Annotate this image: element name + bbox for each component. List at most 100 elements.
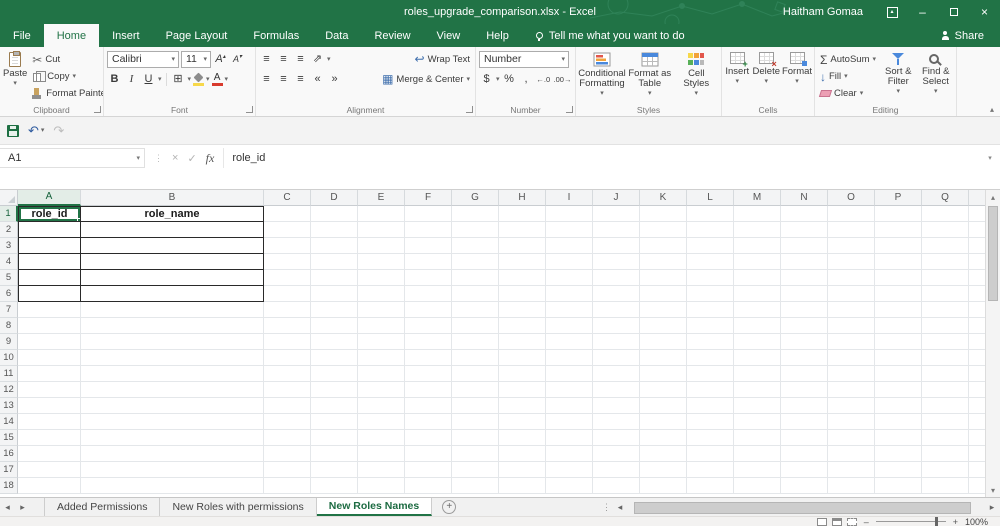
row-header-1[interactable]: 1: [0, 206, 18, 222]
cell-H5[interactable]: [499, 270, 546, 286]
row-header-2[interactable]: 2: [0, 222, 18, 238]
cell-J17[interactable]: [593, 462, 640, 478]
font-color-button[interactable]: A: [211, 72, 223, 86]
cell-N16[interactable]: [781, 446, 828, 462]
cell-B9[interactable]: [81, 334, 264, 350]
cell-K9[interactable]: [640, 334, 687, 350]
cell-N4[interactable]: [781, 254, 828, 270]
comma-style-button[interactable]: ,: [519, 71, 534, 87]
column-header-K[interactable]: K: [640, 190, 687, 206]
cell-A2[interactable]: [18, 222, 81, 238]
cell-Q9[interactable]: [922, 334, 969, 350]
cell-B13[interactable]: [81, 398, 264, 414]
scroll-up-icon[interactable]: [986, 190, 1000, 204]
cell-I2[interactable]: [546, 222, 593, 238]
cell-M9[interactable]: [734, 334, 781, 350]
row-header-10[interactable]: 10: [0, 350, 18, 366]
name-box-dropdown-icon[interactable]: [131, 154, 140, 162]
cell-K10[interactable]: [640, 350, 687, 366]
cell-P16[interactable]: [875, 446, 922, 462]
cell-F17[interactable]: [405, 462, 452, 478]
cell-L5[interactable]: [687, 270, 734, 286]
cell-A15[interactable]: [18, 430, 81, 446]
row-header-9[interactable]: 9: [0, 334, 18, 350]
cell-I10[interactable]: [546, 350, 593, 366]
sheet-nav-prev-icon[interactable]: [0, 498, 15, 516]
cancel-icon[interactable]: [172, 152, 178, 164]
cell-G18[interactable]: [452, 478, 499, 494]
column-header-J[interactable]: J: [593, 190, 640, 206]
dialog-launcher-icon[interactable]: [566, 106, 573, 113]
cell-N11[interactable]: [781, 366, 828, 382]
cell-G13[interactable]: [452, 398, 499, 414]
cell-F2[interactable]: [405, 222, 452, 238]
cell-I15[interactable]: [546, 430, 593, 446]
cell-Q2[interactable]: [922, 222, 969, 238]
cell-E2[interactable]: [358, 222, 405, 238]
cell-L15[interactable]: [687, 430, 734, 446]
cell-H3[interactable]: [499, 238, 546, 254]
cell-P10[interactable]: [875, 350, 922, 366]
cell-P3[interactable]: [875, 238, 922, 254]
cell-D16[interactable]: [311, 446, 358, 462]
cell-H13[interactable]: [499, 398, 546, 414]
cell-M18[interactable]: [734, 478, 781, 494]
cell-P15[interactable]: [875, 430, 922, 446]
cell-C8[interactable]: [264, 318, 311, 334]
cell-F4[interactable]: [405, 254, 452, 270]
new-sheet-button[interactable]: [442, 500, 457, 514]
cell-O17[interactable]: [828, 462, 875, 478]
cell-K11[interactable]: [640, 366, 687, 382]
cell-Q1[interactable]: [922, 206, 969, 222]
cell-E12[interactable]: [358, 382, 405, 398]
cell-N18[interactable]: [781, 478, 828, 494]
row-header-18[interactable]: 18: [0, 478, 18, 494]
cell-M10[interactable]: [734, 350, 781, 366]
cell-P13[interactable]: [875, 398, 922, 414]
cell-Q12[interactable]: [922, 382, 969, 398]
cell-B2[interactable]: [81, 222, 264, 238]
cell-J11[interactable]: [593, 366, 640, 382]
cell-A9[interactable]: [18, 334, 81, 350]
cell-C2[interactable]: [264, 222, 311, 238]
cell-K3[interactable]: [640, 238, 687, 254]
ribbon-tab-review[interactable]: Review: [361, 24, 423, 47]
cell-C10[interactable]: [264, 350, 311, 366]
cell-D18[interactable]: [311, 478, 358, 494]
cell-P8[interactable]: [875, 318, 922, 334]
cell-K6[interactable]: [640, 286, 687, 302]
cell-H14[interactable]: [499, 414, 546, 430]
cell-L11[interactable]: [687, 366, 734, 382]
percent-style-button[interactable]: %: [502, 71, 517, 87]
cell-G15[interactable]: [452, 430, 499, 446]
cell-A7[interactable]: [18, 302, 81, 318]
cut-button[interactable]: Cut: [30, 52, 103, 67]
tab-splitter-handle[interactable]: [602, 502, 611, 513]
cell-E6[interactable]: [358, 286, 405, 302]
cell-A17[interactable]: [18, 462, 81, 478]
cell-C9[interactable]: [264, 334, 311, 350]
cell-D2[interactable]: [311, 222, 358, 238]
orientation-button[interactable]: [310, 51, 325, 67]
cell-O3[interactable]: [828, 238, 875, 254]
vertical-scrollbar-track[interactable]: [986, 204, 1000, 483]
cell-E5[interactable]: [358, 270, 405, 286]
cell-E4[interactable]: [358, 254, 405, 270]
cell-C5[interactable]: [264, 270, 311, 286]
cell-L9[interactable]: [687, 334, 734, 350]
middle-align-button[interactable]: [276, 51, 291, 67]
maximize-button[interactable]: [938, 0, 969, 24]
cell-O11[interactable]: [828, 366, 875, 382]
cell-J15[interactable]: [593, 430, 640, 446]
select-all-corner[interactable]: [0, 190, 18, 206]
cell-E13[interactable]: [358, 398, 405, 414]
column-header-E[interactable]: E: [358, 190, 405, 206]
cell-B5[interactable]: [81, 270, 264, 286]
cell-D5[interactable]: [311, 270, 358, 286]
bold-button[interactable]: B: [107, 71, 122, 87]
cell-K15[interactable]: [640, 430, 687, 446]
cell-Q15[interactable]: [922, 430, 969, 446]
cell-A6[interactable]: [18, 286, 81, 302]
sheet-tab-new-roles-names[interactable]: New Roles Names: [316, 498, 433, 516]
increase-indent-button[interactable]: [327, 71, 342, 87]
